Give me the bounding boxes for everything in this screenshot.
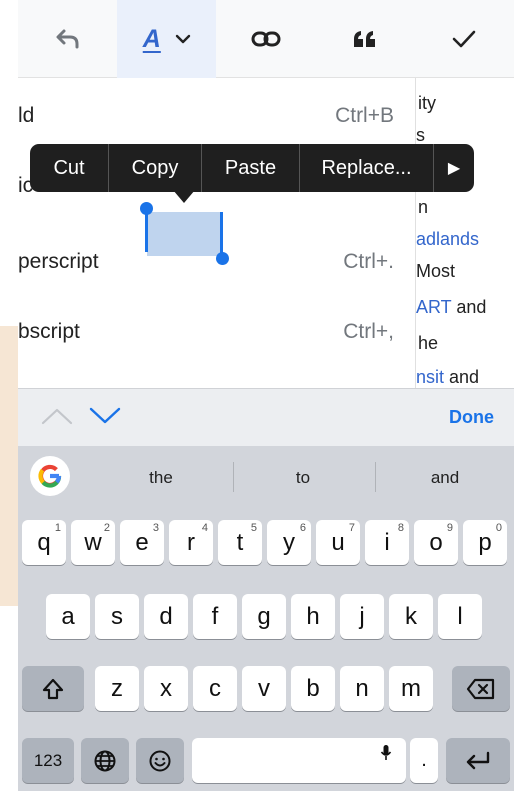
microphone-icon: [380, 745, 392, 760]
menu-item-bold[interactable]: ld Ctrl+B: [18, 80, 415, 152]
key-x[interactable]: x: [144, 666, 188, 711]
chevron-down-icon: [175, 34, 191, 44]
editor-toolbar: A: [18, 0, 514, 78]
paste-button[interactable]: Paste: [202, 144, 300, 192]
play-arrow-icon: ▶: [447, 160, 461, 177]
key-k[interactable]: k: [389, 594, 433, 639]
suggestion-word[interactable]: the: [111, 468, 211, 488]
next-field-icon[interactable]: [88, 405, 122, 427]
space-key[interactable]: [192, 738, 406, 783]
globe-key[interactable]: [81, 738, 129, 783]
google-logo-button[interactable]: [30, 456, 70, 496]
key-t[interactable]: t5: [218, 520, 262, 565]
page-left-edge: [0, 78, 18, 326]
link-button[interactable]: [216, 0, 315, 78]
quote-button[interactable]: [316, 0, 415, 78]
article-line: adlands: [416, 228, 479, 250]
suggestion-word[interactable]: and: [395, 468, 495, 488]
key-d[interactable]: d: [144, 594, 188, 639]
text-style-button[interactable]: A: [117, 0, 217, 78]
key-i[interactable]: i8: [365, 520, 409, 565]
key-u[interactable]: u7: [316, 520, 360, 565]
menu-item-subscript[interactable]: bscript Ctrl+,: [18, 296, 415, 368]
key-y[interactable]: y6: [267, 520, 311, 565]
key-c[interactable]: c: [193, 666, 237, 711]
globe-icon: [94, 750, 116, 771]
menu-item-shortcut: Ctrl+.: [343, 250, 394, 273]
period-key[interactable]: .: [410, 738, 438, 783]
article-text: ity s n adlands Most ART and he nsit and: [416, 78, 514, 388]
article-link[interactable]: ART: [416, 297, 451, 317]
suggestion-divider: [233, 462, 234, 492]
article-line: he: [418, 333, 439, 353]
suggestion-divider: [375, 462, 376, 492]
menu-item-label: bscript: [18, 320, 80, 343]
selection-start-bar: [145, 210, 148, 252]
text-style-icon: A: [143, 25, 191, 54]
key-m[interactable]: m: [389, 666, 433, 711]
return-icon: [466, 751, 490, 769]
text-selection: [147, 212, 222, 256]
key-l[interactable]: l: [438, 594, 482, 639]
article-line: s: [416, 125, 425, 145]
undo-icon: [56, 29, 79, 49]
previous-field-icon[interactable]: [40, 405, 74, 427]
save-button[interactable]: [415, 0, 514, 78]
link-icon: [251, 31, 281, 47]
key-e[interactable]: e3: [120, 520, 164, 565]
article-link[interactable]: adlands: [416, 229, 479, 249]
edit-context-menu: Cut Copy Paste Replace... ▶: [30, 144, 474, 192]
article-line: ART and: [416, 297, 487, 317]
background-panel: [0, 326, 18, 606]
article-line: n: [418, 197, 429, 217]
selection-start-handle[interactable]: [140, 202, 153, 215]
backspace-icon: [466, 678, 495, 699]
key-g[interactable]: g: [242, 594, 286, 639]
key-z[interactable]: z: [95, 666, 139, 711]
suggestion-bar: the to and: [18, 446, 514, 506]
shift-icon: [42, 678, 64, 699]
return-key[interactable]: [446, 738, 510, 783]
backspace-key[interactable]: [452, 666, 510, 711]
emoji-key[interactable]: [136, 738, 184, 783]
emoji-icon: [149, 750, 171, 771]
undo-button[interactable]: [18, 0, 117, 78]
article-line: ity: [418, 93, 436, 113]
done-button[interactable]: Done: [449, 407, 494, 428]
key-h[interactable]: h: [291, 594, 335, 639]
keyboard: the to and q1 w2 e3 r4 t5 y6 u7 i8 o9 p0…: [18, 446, 514, 791]
article-line: Most: [416, 261, 456, 281]
context-menu-pointer: [173, 190, 195, 203]
suggestion-word[interactable]: to: [253, 468, 353, 488]
article-line: nsit and: [416, 367, 480, 387]
key-f[interactable]: f: [193, 594, 237, 639]
key-n[interactable]: n: [340, 666, 384, 711]
google-g-icon: [38, 464, 62, 488]
key-b[interactable]: b: [291, 666, 335, 711]
key-j[interactable]: j: [340, 594, 384, 639]
quote-icon: [354, 31, 376, 47]
key-s[interactable]: s: [95, 594, 139, 639]
key-r[interactable]: r4: [169, 520, 213, 565]
key-a[interactable]: a: [46, 594, 90, 639]
cut-button[interactable]: Cut: [30, 144, 109, 192]
key-w[interactable]: w2: [71, 520, 115, 565]
copy-button[interactable]: Copy: [109, 144, 202, 192]
selection-end-handle[interactable]: [216, 252, 229, 265]
menu-item-shortcut: Ctrl+,: [343, 320, 394, 343]
shift-key[interactable]: [22, 666, 84, 711]
key-q[interactable]: q1: [22, 520, 66, 565]
key-v[interactable]: v: [242, 666, 286, 711]
key-o[interactable]: o9: [414, 520, 458, 565]
keyboard-accessory-bar: Done: [18, 388, 514, 446]
numbers-key[interactable]: 123: [22, 738, 74, 783]
menu-item-shortcut: Ctrl+B: [335, 104, 394, 127]
more-options-button[interactable]: ▶: [434, 144, 474, 192]
menu-item-label: perscript: [18, 250, 99, 273]
key-p[interactable]: p0: [463, 520, 507, 565]
replace-button[interactable]: Replace...: [300, 144, 434, 192]
article-link[interactable]: nsit: [416, 367, 444, 387]
menu-item-label: ld: [18, 104, 35, 127]
checkmark-icon: [453, 30, 476, 48]
